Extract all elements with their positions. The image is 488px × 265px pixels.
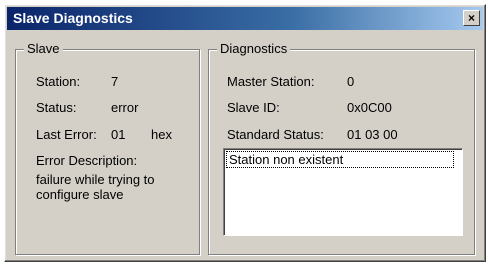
close-button[interactable]: × xyxy=(463,10,480,26)
master-station-value: 0 xyxy=(347,74,355,89)
slave-group: Slave Station: 7 Status: error Last Erro… xyxy=(15,41,200,255)
slave-id-value: 0x0C00 xyxy=(347,100,392,115)
status-label: Status: xyxy=(36,100,77,115)
diagnostics-group: Diagnostics Master Station: 0 Slave ID: … xyxy=(208,41,475,255)
station-label: Station: xyxy=(36,74,81,89)
standard-status-label: Standard Status: xyxy=(227,127,324,142)
last-error-unit: hex xyxy=(151,127,172,142)
error-description-label: Error Description: xyxy=(36,153,138,168)
standard-status-value: 01 03 00 xyxy=(347,127,398,142)
error-description-value: failure while trying to configure slave xyxy=(36,172,155,202)
slave-group-label: Slave xyxy=(24,41,63,56)
status-value: error xyxy=(111,100,139,115)
slave-diagnostics-dialog: Slave Diagnostics × Slave Station: 7 Sta… xyxy=(4,4,486,262)
last-error-value: 01 xyxy=(111,127,126,142)
list-item[interactable]: Station non existent xyxy=(226,151,454,168)
title-bar[interactable]: Slave Diagnostics × xyxy=(7,7,483,30)
slave-id-label: Slave ID: xyxy=(227,100,280,115)
diagnostics-group-label: Diagnostics xyxy=(217,41,291,56)
window-title: Slave Diagnostics xyxy=(13,10,133,26)
last-error-label: Last Error: xyxy=(36,127,97,142)
station-value: 7 xyxy=(111,74,119,89)
diagnostics-listbox[interactable]: Station non existent xyxy=(223,148,463,236)
master-station-label: Master Station: xyxy=(227,74,315,89)
